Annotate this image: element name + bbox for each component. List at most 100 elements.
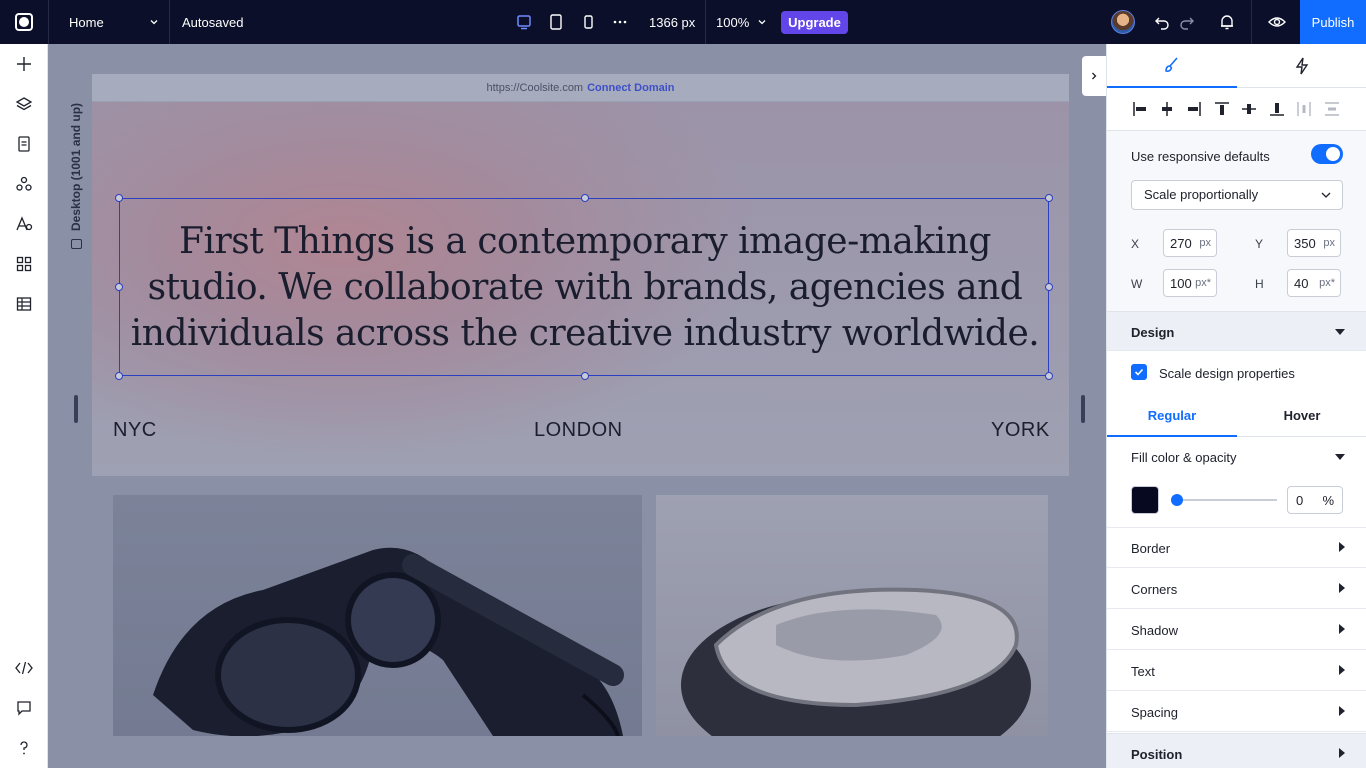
distribute-horizontal-icon[interactable] (1295, 100, 1313, 118)
page-name: Home (69, 14, 104, 30)
x-input[interactable]: 270 px (1163, 229, 1217, 257)
opacity-slider[interactable] (1171, 494, 1277, 506)
resize-knob[interactable] (581, 194, 589, 202)
device-render-image[interactable] (656, 495, 1048, 736)
selected-text-element[interactable]: First Things is a contemporary image-mak… (115, 194, 1053, 380)
upgrade-button[interactable]: Upgrade (781, 11, 848, 34)
y-label: Y (1255, 237, 1264, 251)
design-section-header[interactable]: Design (1107, 311, 1366, 351)
border-section-header[interactable]: Border (1107, 528, 1366, 568)
h-label: H (1255, 277, 1264, 291)
opacity-input[interactable]: 0 % (1287, 486, 1343, 514)
scale-mode-value: Scale proportionally (1144, 187, 1259, 202)
h-input[interactable]: 40 px* (1287, 269, 1341, 297)
opacity-value: 0 (1296, 492, 1304, 508)
viewport-width: 1366 px (649, 15, 696, 30)
url-bar: https://Coolsite.com Connect Domain (92, 74, 1069, 102)
resize-knob[interactable] (1045, 283, 1053, 291)
divider (1251, 0, 1252, 44)
text-styles-icon[interactable] (14, 214, 34, 234)
resize-knob[interactable] (115, 194, 123, 202)
w-input[interactable]: 100 px* (1163, 269, 1217, 297)
x-value: 270 (1170, 235, 1192, 251)
x-unit: px (1199, 237, 1211, 249)
h-value: 40 (1294, 275, 1309, 291)
desktop-icon[interactable] (514, 12, 534, 32)
publish-button[interactable]: Publish (1300, 0, 1366, 44)
mobile-icon[interactable] (578, 12, 598, 32)
section-title: Corners (1131, 582, 1178, 597)
align-center-horizontal-icon[interactable] (1158, 100, 1176, 118)
resize-knob[interactable] (1045, 372, 1053, 380)
site-preview[interactable]: https://Coolsite.com Connect Domain First… (92, 74, 1069, 736)
expand-panel-button[interactable] (1082, 56, 1106, 96)
y-value: 350 (1294, 235, 1316, 251)
corners-section-header[interactable]: Corners (1107, 569, 1366, 609)
layers-icon[interactable] (14, 94, 34, 114)
redo-icon[interactable] (1177, 12, 1197, 32)
resize-knob[interactable] (115, 283, 123, 291)
code-icon[interactable] (14, 658, 34, 678)
section-title: Border (1131, 541, 1171, 556)
desktop-icon (71, 239, 82, 249)
tab-regular[interactable]: Regular (1107, 395, 1237, 437)
left-toolbar (0, 44, 48, 768)
align-middle-icon[interactable] (1240, 100, 1258, 118)
opacity-slider-thumb[interactable] (1171, 494, 1183, 506)
page-selector[interactable]: Home (69, 0, 159, 44)
spacing-section-header[interactable]: Spacing (1107, 692, 1366, 732)
scale-mode-dropdown[interactable]: Scale proportionally (1131, 180, 1343, 210)
section-title: Shadow (1131, 623, 1178, 638)
notifications-bell-icon[interactable] (1217, 12, 1237, 32)
align-bottom-icon[interactable] (1268, 100, 1286, 118)
hero-heading[interactable]: First Things is a contemporary image-mak… (120, 219, 1050, 357)
connect-domain-link[interactable]: Connect Domain (587, 82, 674, 94)
app-logo-icon[interactable] (0, 0, 48, 44)
apps-icon[interactable] (14, 254, 34, 274)
help-icon[interactable] (14, 738, 34, 758)
position-section-header[interactable]: Position (1107, 733, 1366, 768)
fill-color-swatch[interactable] (1131, 486, 1159, 514)
align-top-icon[interactable] (1213, 100, 1231, 118)
pages-icon[interactable] (14, 134, 34, 154)
resize-handle-right[interactable] (1081, 395, 1085, 423)
divider (169, 0, 170, 44)
resize-knob[interactable] (115, 372, 123, 380)
text-section-header[interactable]: Text (1107, 651, 1366, 691)
resize-handle-left[interactable] (74, 395, 78, 423)
distribute-vertical-icon[interactable] (1323, 100, 1341, 118)
align-right-icon[interactable] (1185, 100, 1203, 118)
caret-right-icon (1339, 624, 1345, 634)
zoom-value: 100% (716, 15, 750, 30)
more-icon[interactable] (610, 12, 630, 32)
caret-down-icon (1335, 329, 1345, 335)
fill-section-header[interactable]: Fill color & opacity (1107, 437, 1366, 477)
site-url: https://Coolsite.com (486, 82, 584, 94)
add-icon[interactable] (14, 54, 34, 74)
chat-icon[interactable] (14, 698, 34, 718)
tablet-icon[interactable] (546, 12, 566, 32)
avatar[interactable] (1111, 10, 1135, 34)
ar-glasses-image[interactable] (113, 495, 642, 736)
resize-knob[interactable] (1045, 194, 1053, 202)
chevron-down-icon (150, 20, 158, 25)
undo-icon[interactable] (1152, 12, 1172, 32)
interactions-bolt-icon[interactable] (1237, 44, 1366, 88)
city-label: NYC (113, 419, 157, 441)
section-title: Spacing (1131, 705, 1178, 720)
scale-design-checkbox[interactable] (1131, 364, 1147, 380)
resize-knob[interactable] (581, 372, 589, 380)
table-icon[interactable] (14, 294, 34, 314)
align-left-icon[interactable] (1131, 100, 1149, 118)
tab-hover[interactable]: Hover (1237, 395, 1366, 437)
gallery-section[interactable] (92, 476, 1069, 736)
caret-right-icon (1339, 665, 1345, 675)
shadow-section-header[interactable]: Shadow (1107, 610, 1366, 650)
design-brush-icon[interactable] (1107, 44, 1237, 88)
components-icon[interactable] (14, 174, 34, 194)
zoom-selector[interactable]: 100% (716, 15, 767, 30)
y-input[interactable]: 350 px (1287, 229, 1341, 257)
caret-down-icon (1335, 454, 1345, 460)
responsive-defaults-toggle[interactable] (1311, 144, 1343, 164)
preview-eye-icon[interactable] (1267, 12, 1287, 32)
